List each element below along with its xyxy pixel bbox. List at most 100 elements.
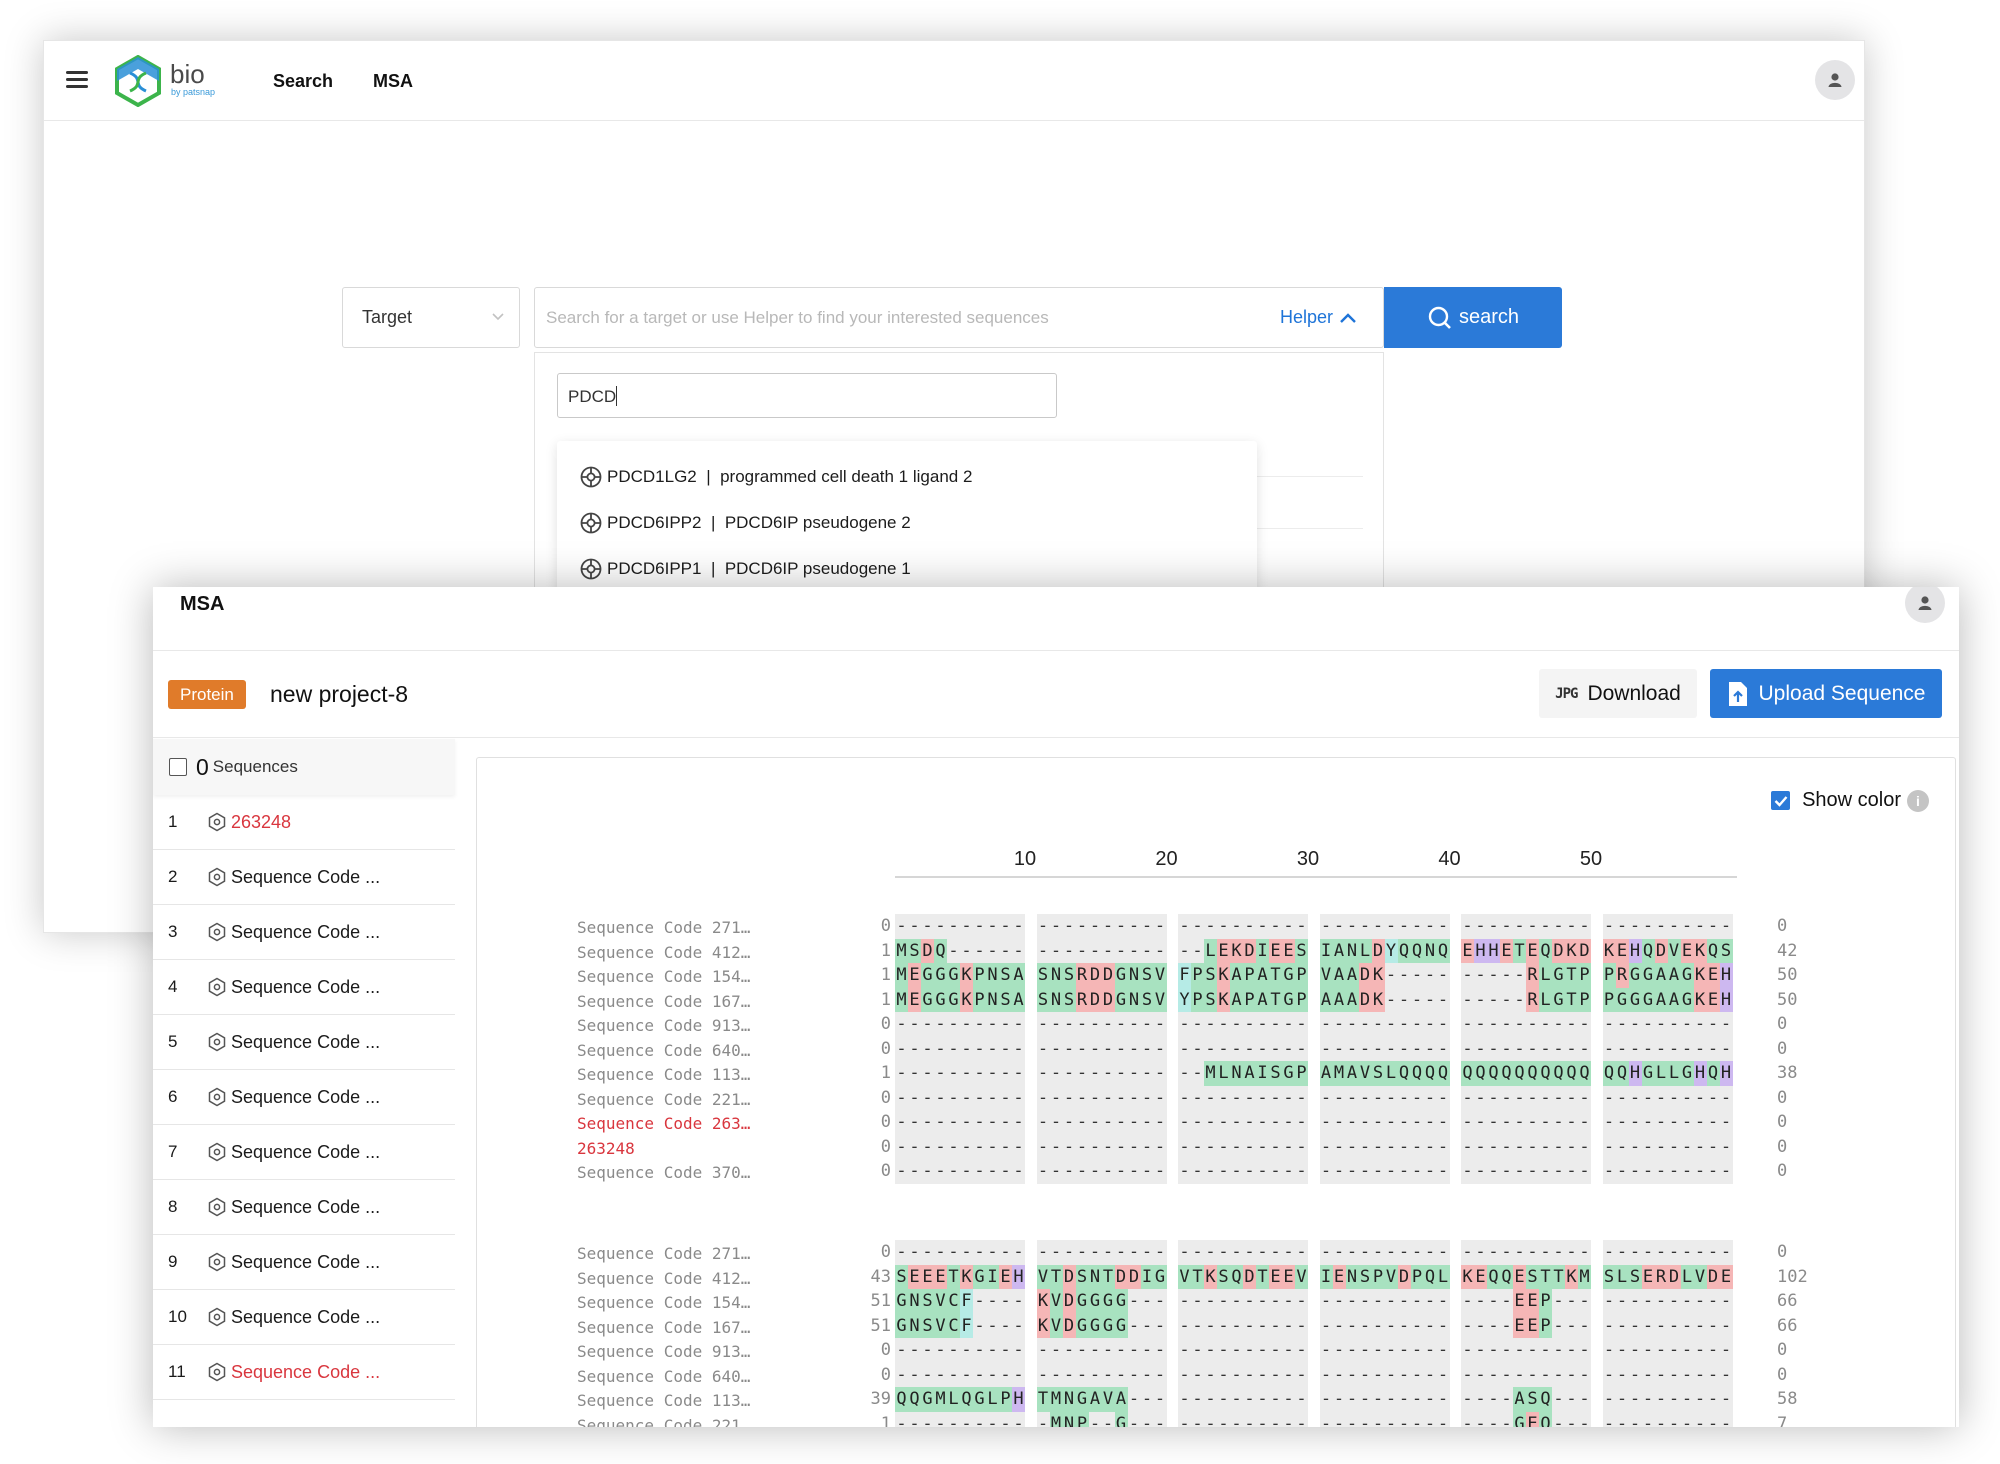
residue: - [1461, 914, 1474, 939]
alignment-seq-name: 263248 [577, 1139, 635, 1158]
residue: - [1578, 1012, 1591, 1037]
residue: - [1398, 1412, 1411, 1428]
suggestion-item[interactable]: PDCD6IPP1 | PDCD6IP pseudogene 1 [579, 554, 911, 584]
residue: - [1372, 1135, 1385, 1160]
download-button[interactable]: JPG Download [1539, 669, 1697, 718]
suggestion-item[interactable]: PDCD6IPP2 | PDCD6IP pseudogene 2 [579, 508, 911, 538]
residue: - [1474, 1159, 1487, 1184]
residue: - [1668, 1387, 1681, 1412]
sequence-list-item[interactable]: 1263248 [153, 795, 455, 850]
residue-block: ---------- [1178, 1314, 1308, 1339]
residue-block: ---------- [1037, 939, 1167, 964]
residue: - [1050, 1086, 1063, 1111]
sequence-list-item[interactable]: 4Sequence Code ... [153, 960, 455, 1015]
residue: - [1565, 1135, 1578, 1160]
residue: - [1141, 914, 1154, 939]
select-all-checkbox[interactable] [169, 758, 187, 776]
residue: - [1295, 1412, 1308, 1428]
nav-msa[interactable]: MSA [373, 71, 413, 92]
alignment-row: Sequence Code 221…00--------------------… [477, 1086, 1877, 1111]
residue: - [986, 1086, 999, 1111]
residue: - [1191, 939, 1204, 964]
residue: - [1128, 1338, 1141, 1363]
residue: N [1089, 1265, 1102, 1290]
helper-search-input[interactable]: PDCD [557, 373, 1057, 418]
alignment-seq-name: Sequence Code 271… [577, 1244, 750, 1263]
residue: - [999, 1037, 1012, 1062]
show-color-checkbox[interactable] [1771, 791, 1790, 810]
residue: - [1603, 914, 1616, 939]
sequence-list-item[interactable]: 10Sequence Code ... [153, 1290, 455, 1345]
residue: - [895, 914, 908, 939]
residue: L [1655, 1061, 1668, 1086]
residue: - [1372, 1412, 1385, 1428]
sequence-list-item[interactable]: 2Sequence Code ... [153, 850, 455, 905]
residue: - [1204, 1412, 1217, 1428]
residue: - [960, 1037, 973, 1062]
residue: - [1513, 1240, 1526, 1265]
sequence-list-item[interactable]: 9Sequence Code ... [153, 1235, 455, 1290]
residue: - [1526, 1086, 1539, 1111]
residue: - [1141, 1363, 1154, 1388]
residue: - [1243, 1135, 1256, 1160]
bio-logo-icon[interactable] [114, 55, 162, 107]
upload-sequence-button[interactable]: Upload Sequence [1710, 669, 1942, 718]
sequence-list-item[interactable]: 7Sequence Code ... [153, 1125, 455, 1180]
residue: - [1398, 1387, 1411, 1412]
residue: - [1500, 914, 1513, 939]
residue: - [1707, 1012, 1720, 1037]
show-color-toggle[interactable]: Show color i [1771, 789, 1929, 812]
residue: - [1616, 1086, 1629, 1111]
sequence-list-item[interactable]: 11Sequence Code ... [153, 1345, 455, 1400]
residue: - [934, 1012, 947, 1037]
residue: - [1539, 1037, 1552, 1062]
sequence-index: 3 [153, 922, 207, 942]
residue: - [1128, 1240, 1141, 1265]
residue: N [986, 963, 999, 988]
target-type-select[interactable]: Target [342, 287, 520, 348]
residue: - [1063, 914, 1076, 939]
residue: - [1115, 1338, 1128, 1363]
residue: - [1037, 1363, 1050, 1388]
residue-block: ---------- [1037, 1012, 1167, 1037]
residue: - [1154, 1037, 1167, 1062]
residue: - [1141, 1159, 1154, 1184]
search-button[interactable]: search [1384, 287, 1562, 348]
nav-search[interactable]: Search [273, 71, 333, 92]
sequence-list-item[interactable]: 8Sequence Code ... [153, 1180, 455, 1235]
residue: - [1359, 914, 1372, 939]
residue: - [1513, 963, 1526, 988]
residue: - [1668, 1289, 1681, 1314]
residue: - [1474, 1110, 1487, 1135]
residue-block: ---------- [1037, 1338, 1167, 1363]
residue: - [1191, 1061, 1204, 1086]
residue: - [1217, 1338, 1230, 1363]
alignment-end: 38 [1777, 1063, 1797, 1083]
alignment-end: 102 [1777, 1267, 1808, 1287]
user-avatar[interactable] [1905, 587, 1945, 623]
residue: D [1102, 963, 1115, 988]
residue: L [1359, 939, 1372, 964]
suggestion-item[interactable]: PDCD1LG2 | programmed cell death 1 ligan… [579, 462, 972, 492]
sequence-list-item[interactable]: 5Sequence Code ... [153, 1015, 455, 1070]
residue: - [1295, 1387, 1308, 1412]
helper-toggle[interactable]: Helper [1280, 307, 1357, 328]
alignment-seq-name: Sequence Code 913… [577, 1342, 750, 1361]
sequence-list-item[interactable]: 6Sequence Code ... [153, 1070, 455, 1125]
residue: - [1707, 914, 1720, 939]
user-avatar[interactable] [1815, 60, 1855, 100]
search-input[interactable]: Search for a target or use Helper to fin… [534, 287, 1384, 348]
sequence-list-item[interactable]: 3Sequence Code ... [153, 905, 455, 960]
sequence-list-header: 0 Sequences [153, 739, 455, 795]
residue: - [1089, 1240, 1102, 1265]
residue: - [1141, 1412, 1154, 1428]
residue: - [1694, 1037, 1707, 1062]
residue-block: ---------- [895, 1135, 1025, 1160]
residue-block: ---------- [1178, 1363, 1308, 1388]
info-icon[interactable]: i [1907, 790, 1929, 812]
user-icon [1916, 594, 1934, 612]
hamburger-menu-icon[interactable] [66, 71, 88, 89]
residue: - [1603, 1289, 1616, 1314]
residue-block: -----RLGTP [1461, 988, 1591, 1013]
residue: - [1154, 1338, 1167, 1363]
